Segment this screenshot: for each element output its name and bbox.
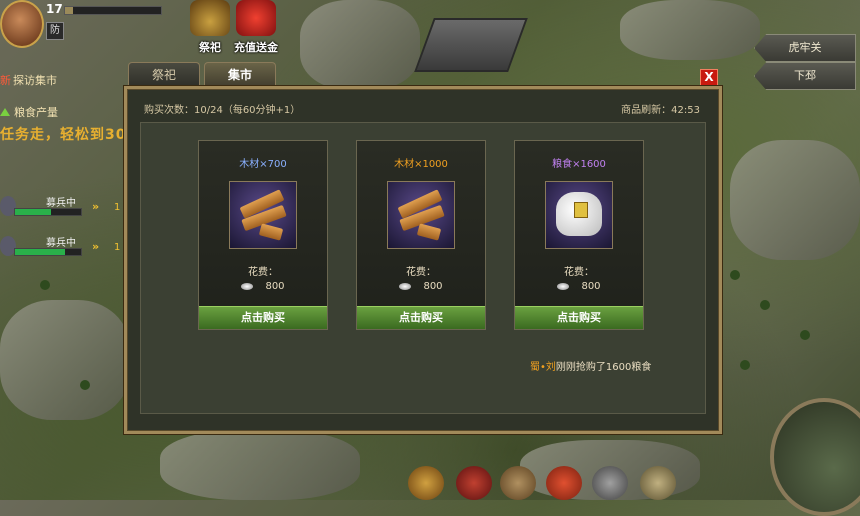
goods-name: 木材×700 [239,159,287,170]
sacrifice-button[interactable]: 祭祀 [186,0,234,54]
speedup-chevron-icon[interactable]: » [92,240,99,253]
cost-label: 花费： [248,267,278,278]
price-value: 800 [265,281,285,292]
recruit-queue-2[interactable]: 募兵中 » 1 [0,234,120,260]
goods-card-3: 粮食×1600 花费： 800 点击购买 [514,140,644,330]
cost-label: 花费： [564,267,594,278]
goods-price: 800 [199,281,327,292]
player-avatar[interactable] [0,0,44,48]
goods-name: 木材×1000 [394,159,448,170]
grain-output[interactable]: 粮食产量 [0,104,58,120]
silver-icon [399,282,412,290]
player-level: 17 [46,2,63,16]
price-value: 800 [581,281,601,292]
news-text: 刚刚抢购了1600粮食 [555,362,652,373]
cost-label: 花费： [406,267,436,278]
recharge-label: 充值送金 [234,41,278,54]
dialog-info-row: 购买次数：10/24（每60分钟+1） 商品刷新：42:53 [144,101,700,116]
wood-icon [387,181,455,249]
gear-icon[interactable] [592,466,628,500]
palace-icon[interactable] [546,466,582,500]
goods-card-1: 木材×700 花费： 800 点击购买 [198,140,328,330]
recharge-gift-button[interactable]: 充值送金 [232,0,280,54]
helmet-icon[interactable] [640,466,676,500]
minimap-compass[interactable] [770,398,860,516]
tab-sacrifice[interactable]: 祭祀 [128,62,200,87]
defense-tag: 防 [46,22,64,40]
mountain-rock [730,140,860,260]
silver-icon [557,282,570,290]
quest-description[interactable]: 任务走，轻松到30 [0,124,126,144]
quest-title[interactable]: 新探访集市 [0,72,57,88]
recruit-progress-bar [14,208,82,216]
recruit-progress-bar [14,248,82,256]
recruit-count: 1 [114,202,121,213]
recruit-queue-1[interactable]: 募兵中 » 1 [0,194,120,220]
location-xiapi-button[interactable]: 下邳 [754,62,856,90]
mountain-rock [160,430,360,500]
location-hulao-button[interactable]: 虎牢关 [754,34,856,62]
mountain-rock [0,300,130,420]
wood-icon [229,181,297,249]
goods-card-2: 木材×1000 花费： 800 点击购买 [356,140,486,330]
recruit-label: 募兵中 [46,198,76,209]
grain-sack-icon [545,181,613,249]
mountain-rock [300,0,420,90]
new-quest-marker: 新 [0,74,11,87]
sacrifice-label: 祭祀 [199,41,221,54]
goods-price: 800 [357,281,485,292]
coin-icon[interactable] [408,466,444,500]
news-player: 蜀•刘 [530,362,556,373]
refresh-timer: 商品刷新：42:53 [621,105,700,116]
recruit-count: 1 [114,242,121,253]
buy-button[interactable]: 点击购买 [357,306,485,329]
close-button[interactable]: X [700,69,718,87]
buy-button[interactable]: 点击购买 [515,306,643,329]
goods-name: 粮食×1600 [552,159,606,170]
cauldron-icon [190,0,230,36]
grain-output-label: 粮食产量 [14,106,58,119]
gift-box-icon [236,0,276,36]
speedup-chevron-icon[interactable]: » [92,200,99,213]
quest-title-text: 探访集市 [13,74,57,87]
general-icon[interactable] [456,466,492,500]
mountain-rock [620,0,760,60]
silver-icon [241,282,254,290]
scroll-icon[interactable] [500,466,536,500]
purchase-count: 购买次数：10/24（每60分钟+1） [144,105,301,116]
purchase-news: 蜀•刘刚刚抢购了1600粮食 [530,358,651,373]
up-arrow-icon [0,108,10,116]
buy-button[interactable]: 点击购买 [199,306,327,329]
exp-bar [64,6,162,15]
goods-price: 800 [515,281,643,292]
fortress-building[interactable] [414,18,528,72]
recruit-label: 募兵中 [46,238,76,249]
price-value: 800 [423,281,443,292]
tab-market[interactable]: 集市 [204,62,276,89]
